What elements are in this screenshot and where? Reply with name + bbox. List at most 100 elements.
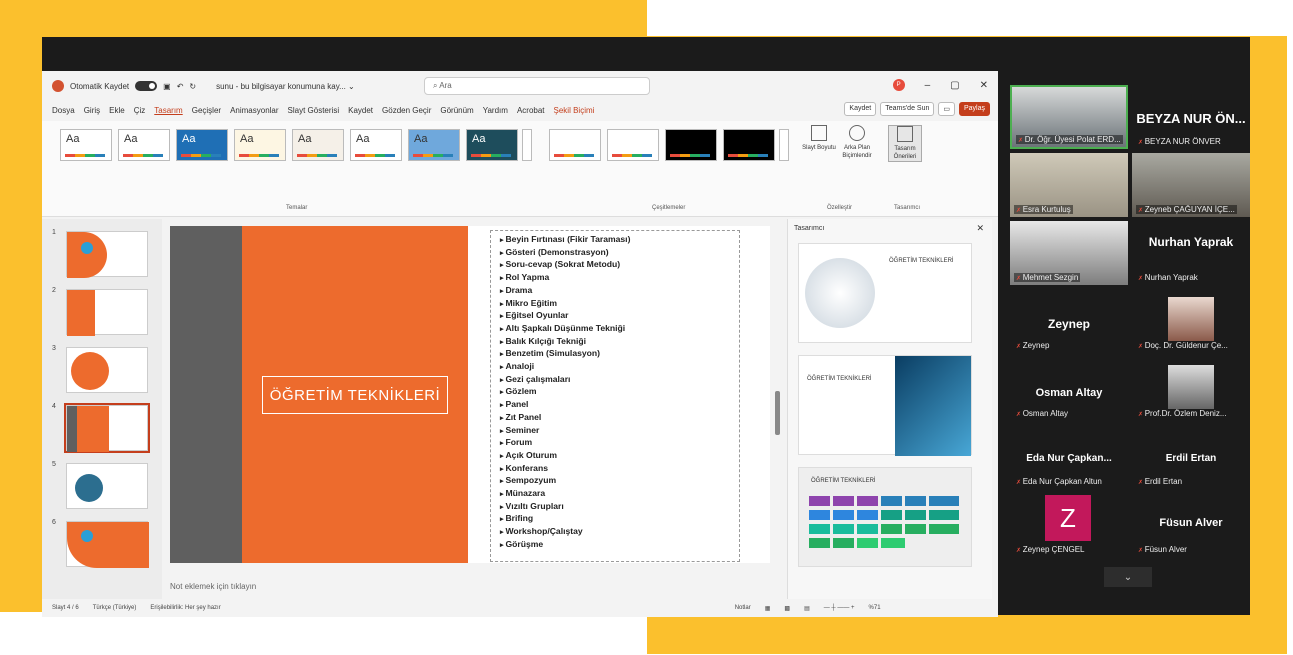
theme-5[interactable]: Aa [292, 129, 344, 161]
comments-icon[interactable]: ▭ [938, 102, 955, 116]
design-ideas-button[interactable]: Tasarım Önerileri [888, 125, 922, 162]
undo-icon[interactable]: ↶ [177, 82, 184, 91]
accessibility[interactable]: Erişilebilirlik: Her şey hazır [150, 605, 220, 611]
list-item: Altı Şapkalı Düşünme Tekniği [500, 323, 630, 336]
slide-canvas[interactable]: ÖĞRETİM TEKNİKLERİ Beyin Fırtınası (Fiki… [170, 226, 770, 563]
menu-insert[interactable]: Ekle [109, 106, 125, 115]
menu-acrobat[interactable]: Acrobat [517, 106, 545, 115]
zoom-slider[interactable]: — ┼ —— + [824, 605, 855, 611]
themes-more-icon[interactable] [522, 129, 532, 161]
participant-display-name: Füsun Alver [1159, 517, 1223, 529]
participant-tile[interactable]: Zeyneb ÇAĞUYAN İÇE... [1132, 153, 1250, 217]
language[interactable]: Türkçe (Türkiye) [93, 605, 137, 611]
list-item: Brifing [500, 513, 630, 526]
design-idea-3[interactable]: ÖĞRETİM TEKNİKLERİ [798, 467, 972, 567]
menu-shape-format[interactable]: Şekil Biçimi [554, 106, 595, 115]
slide-title[interactable]: ÖĞRETİM TEKNİKLERİ [262, 376, 448, 414]
participant-tile[interactable]: Erdil Ertan Erdil Ertan [1132, 425, 1250, 489]
menu-home[interactable]: Giriş [84, 106, 100, 115]
menu-record[interactable]: Kaydet [348, 106, 373, 115]
theme-2[interactable]: Aa [118, 129, 170, 161]
participant-name: Doç. Dr. Güldenur Çe... [1136, 341, 1230, 350]
participant-tile[interactable]: Esra Kurtuluş [1010, 153, 1128, 217]
minimize-icon[interactable]: – [925, 80, 931, 91]
notes-button[interactable]: Notlar [735, 605, 751, 611]
participant-display-name: Nurhan Yaprak [1148, 235, 1234, 249]
theme-6[interactable]: Aa [350, 129, 402, 161]
menu-help[interactable]: Yardım [483, 106, 508, 115]
participant-tile[interactable]: Dr. Öğr. Üyesi Polat ERD... [1010, 85, 1128, 149]
theme-8[interactable]: Aa [466, 129, 518, 161]
slide-sorter-icon[interactable]: ▩ [784, 605, 790, 612]
participant-tile[interactable]: BEYZA NUR ÖN... BEYZA NUR ÖNVER [1132, 85, 1250, 149]
participant-name: Zeyneb ÇAĞUYAN İÇE... [1136, 205, 1237, 214]
participant-tile[interactable]: Mehmet Sezgin [1010, 221, 1128, 285]
slide-size-button[interactable]: Slayt Boyutu [802, 125, 836, 152]
search-input[interactable]: ⌕ Ara [424, 77, 650, 95]
slide-thumbnail-5[interactable] [66, 463, 148, 509]
theme-3[interactable]: Aa [176, 129, 228, 161]
variant-2[interactable] [607, 129, 659, 161]
participant-tile[interactable]: Zeynep Zeynep [1010, 289, 1128, 353]
restore-icon[interactable]: ▢ [950, 80, 959, 91]
theme-7[interactable]: Aa [408, 129, 460, 161]
menu-animations[interactable]: Animasyonlar [230, 106, 278, 115]
participant-tile[interactable]: Eda Nur Çapkan... Eda Nur Çapkan Altun [1010, 425, 1128, 489]
menu-file[interactable]: Dosya [52, 106, 75, 115]
participant-tile[interactable]: Z Zeynep ÇENGEL [1010, 493, 1128, 557]
menu-view[interactable]: Görünüm [440, 106, 473, 115]
slide-thumbnail-3[interactable] [66, 347, 148, 393]
redo-icon[interactable]: ↻ [189, 82, 196, 91]
menu-slideshow[interactable]: Slayt Gösterisi [288, 106, 340, 115]
slide-thumbnail-6[interactable] [66, 521, 149, 568]
variant-1[interactable] [549, 129, 601, 161]
participant-tile[interactable]: Osman Altay Osman Altay [1010, 357, 1128, 421]
autosave-toggle[interactable] [135, 81, 158, 91]
variant-3[interactable] [665, 129, 717, 161]
record-button[interactable]: Kaydet [844, 102, 877, 116]
slide-thumbnail-4[interactable] [64, 403, 150, 453]
slide-thumbnail-1[interactable] [66, 231, 148, 278]
menu-design[interactable]: Tasarım [154, 106, 182, 115]
list-item: Gösteri (Demonstrasyon) [500, 247, 630, 260]
participant-name: Zeynep ÇENGEL [1014, 545, 1087, 554]
slide-number: 4 [52, 403, 56, 410]
share-button[interactable]: Paylaş [958, 102, 990, 116]
slide-thumbnail-2[interactable] [66, 289, 148, 336]
variants-more-icon[interactable] [779, 129, 789, 161]
slide-number: 2 [52, 287, 56, 294]
menu-draw[interactable]: Çiz [134, 106, 146, 115]
close-icon[interactable]: ✕ [980, 80, 988, 91]
save-icon[interactable]: ▣ [163, 82, 171, 91]
avatar[interactable]: P [892, 79, 905, 91]
vertical-scrollbar[interactable] [775, 391, 780, 435]
designer-group-label: Tasarımcı [894, 205, 921, 211]
slide-number: 1 [52, 229, 56, 236]
participant-tile[interactable]: Füsun Alver Füsun Alver [1132, 493, 1250, 557]
reading-view-icon[interactable]: ▤ [804, 605, 810, 612]
white-corner [0, 612, 647, 655]
menu-review[interactable]: Gözden Geçir [382, 106, 431, 115]
present-teams-button[interactable]: Teams'de Sun [880, 102, 935, 116]
participant-tile[interactable]: Prof.Dr. Özlem Deniz... [1132, 357, 1250, 421]
filename[interactable]: sunu - bu bilgisayar konumuna kay... ⌄ [216, 82, 355, 91]
menu-transitions[interactable]: Geçişler [192, 106, 221, 115]
list-item: Münazara [500, 488, 630, 501]
designer-close-icon[interactable]: ✕ [976, 223, 984, 234]
normal-view-icon[interactable]: ▦ [765, 605, 771, 612]
participant-tile[interactable]: Doç. Dr. Güldenur Çe... [1132, 289, 1250, 353]
list-item: Drama [500, 285, 630, 298]
design-idea-1[interactable]: ÖĞRETİM TEKNİKLERİ [798, 243, 972, 343]
list-item: Mikro Eğitim [500, 298, 630, 311]
screen-share: Otomatik Kaydet ▣ ↶ ↻ sunu - bu bilgisay… [42, 37, 1250, 617]
chevron-down-icon[interactable]: ⌄ [1104, 567, 1152, 587]
theme-1[interactable]: Aa [60, 129, 112, 161]
design-idea-2[interactable]: ÖĞRETİM TEKNİKLERİ [798, 355, 972, 456]
format-background-button[interactable]: Arka Plan Biçimlendir [840, 125, 874, 160]
participant-tile[interactable]: Nurhan Yaprak Nurhan Yaprak [1132, 221, 1250, 285]
notes-placeholder[interactable]: Not eklemek için tıklayın [170, 582, 256, 591]
variant-4[interactable] [723, 129, 775, 161]
participant-name: Osman Altay [1014, 409, 1070, 418]
zoom-level[interactable]: %71 [869, 605, 881, 611]
theme-4[interactable]: Aa [234, 129, 286, 161]
